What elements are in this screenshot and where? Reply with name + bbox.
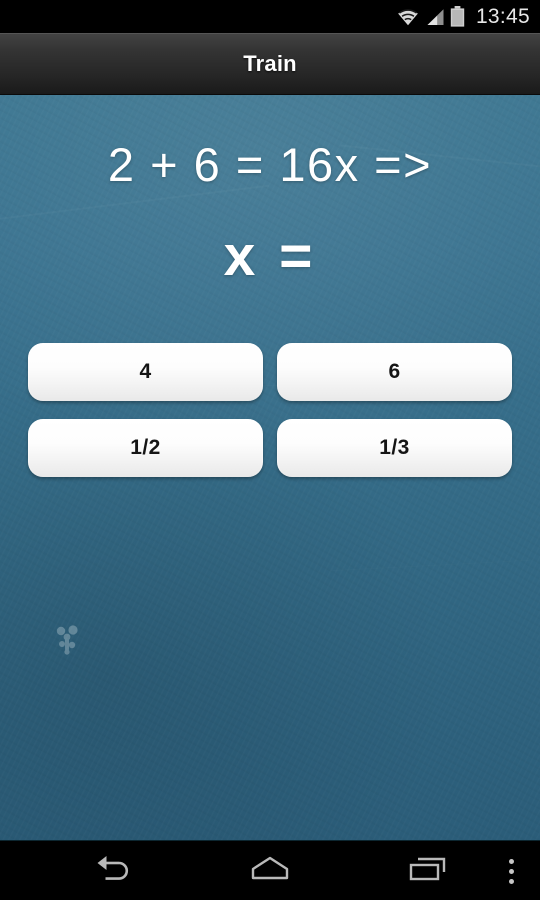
status-bar: 13:45 bbox=[0, 0, 540, 33]
wifi-icon bbox=[396, 8, 420, 26]
app-bar-sheen bbox=[0, 33, 540, 34]
back-arrow-icon bbox=[89, 852, 135, 891]
menu-dot bbox=[508, 858, 514, 864]
overflow-menu-icon bbox=[508, 858, 514, 884]
phone-screen: 13:45 Train 2 + 6 = 16x => x = 4 6 1/2 1… bbox=[0, 0, 540, 900]
nav-home-button[interactable] bbox=[220, 841, 320, 900]
equation-text: 2 + 6 = 16x => bbox=[107, 138, 433, 191]
nav-recents-button[interactable] bbox=[378, 841, 478, 900]
app-bar: Train bbox=[0, 33, 540, 95]
battery-icon bbox=[450, 6, 465, 27]
nav-overflow-menu-button[interactable] bbox=[488, 841, 534, 900]
answer-option-button-4[interactable]: 1/3 bbox=[277, 419, 512, 477]
nav-back-button[interactable] bbox=[62, 841, 162, 900]
chalk-smudge-mark bbox=[52, 623, 84, 661]
recent-apps-icon bbox=[405, 852, 451, 891]
menu-dot bbox=[508, 868, 514, 874]
answer-option-button-3[interactable]: 1/2 bbox=[28, 419, 263, 477]
chalk-streak bbox=[330, 560, 530, 571]
menu-dot bbox=[508, 878, 514, 884]
android-navigation-bar bbox=[0, 840, 540, 900]
answer-prompt-text: x = bbox=[223, 224, 317, 288]
answer-option-button-2[interactable]: 6 bbox=[277, 343, 512, 401]
answer-option-button-1[interactable]: 4 bbox=[28, 343, 263, 401]
page-title: Train bbox=[243, 50, 297, 76]
signal-icon bbox=[425, 8, 445, 26]
home-icon bbox=[247, 852, 293, 891]
chalkboard-canvas: 2 + 6 = 16x => x = 4 6 1/2 1/3 bbox=[0, 95, 540, 840]
answer-options-grid: 4 6 1/2 1/3 bbox=[28, 343, 512, 477]
status-icon-group: 13:45 bbox=[396, 6, 530, 27]
status-clock: 13:45 bbox=[475, 5, 530, 28]
